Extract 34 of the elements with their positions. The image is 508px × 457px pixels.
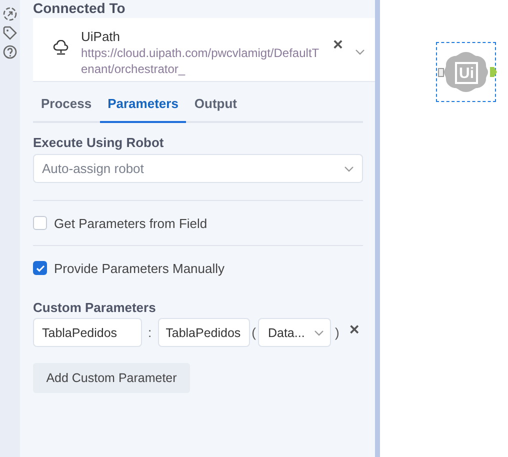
connection-url: https://cloud.uipath.com/pwcvlamigt/DefaultTenant/orchestrator_ — [81, 45, 320, 77]
help-icon[interactable] — [3, 45, 17, 59]
checkbox-label: Provide Parameters Manually — [54, 260, 225, 276]
select-value: Auto-assign robot — [42, 161, 144, 176]
checkbox[interactable] — [33, 261, 47, 275]
select-value: Data... — [268, 326, 305, 340]
chevron-down-icon — [314, 330, 324, 336]
robot-select[interactable]: Auto-assign robot — [33, 154, 363, 183]
add-parameter-button[interactable]: Add Custom Parameter — [33, 363, 190, 393]
checkmark-icon — [36, 264, 44, 272]
tag-icon[interactable] — [3, 26, 17, 40]
colon-separator: : — [147, 325, 153, 340]
chevron-down-icon — [344, 166, 354, 172]
connection-name: UiPath — [81, 28, 122, 45]
param-name-field[interactable]: TablaPedidos — [33, 318, 142, 347]
cloud-icon — [53, 40, 69, 56]
field-label: Custom Parameters — [33, 300, 157, 315]
param-type-select[interactable]: Data... — [258, 318, 331, 347]
node-logo: Ui — [455, 62, 478, 84]
remove-param-button[interactable]: × — [349, 321, 360, 338]
tab[interactable]: Process — [33, 90, 100, 123]
section-heading: Connected To — [33, 0, 126, 18]
tab[interactable]: Output — [186, 90, 246, 123]
input-port-icon[interactable] — [438, 68, 444, 77]
checkbox[interactable] — [33, 216, 47, 230]
remove-connection-button[interactable]: × — [333, 36, 343, 53]
output-port-icon[interactable] — [490, 67, 497, 77]
field-label: Execute Using Robot — [33, 135, 165, 150]
open-paren: ( — [250, 325, 257, 340]
chevron-down-icon — [354, 49, 365, 55]
tab[interactable]: Parameters — [100, 90, 186, 123]
checkbox-label: Get Parameters from Field — [54, 216, 208, 230]
param-value-field[interactable]: TablaPedidos — [158, 318, 250, 347]
close-paren: ) — [334, 325, 340, 340]
